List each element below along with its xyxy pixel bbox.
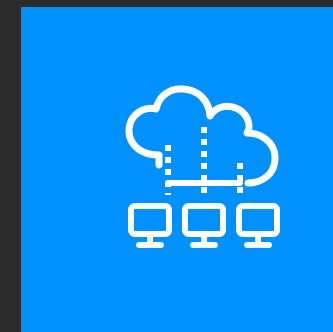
cloud-network-icon [125,85,280,248]
app-frame [0,0,333,332]
cloud-network-tile[interactable] [21,7,333,332]
